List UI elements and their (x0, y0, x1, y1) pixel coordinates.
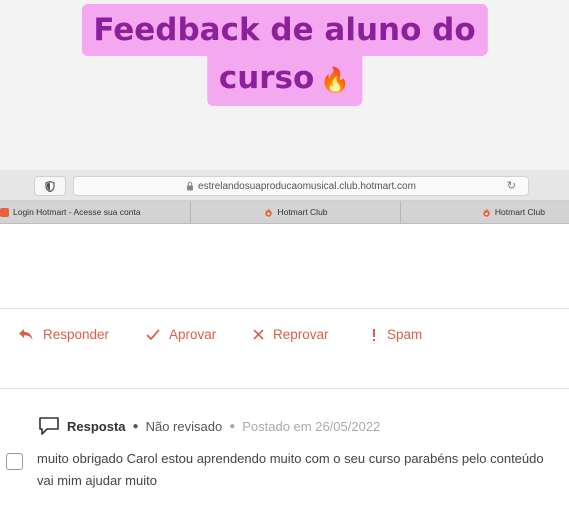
separator-dot: ● (132, 420, 139, 432)
tab-hotmart-club-1[interactable]: Hotmart Club (190, 201, 401, 223)
comment-select-checkbox[interactable] (6, 453, 23, 470)
fire-emoji: 🔥 (320, 66, 351, 94)
hotmart-favicon-icon (0, 207, 9, 217)
reply-label: Responder (43, 327, 110, 342)
headline-text-1: Feedback de aluno do (93, 12, 476, 48)
tab-label: Login Hotmart - Acesse sua conta (13, 207, 141, 217)
hotmart-flame-icon (265, 207, 273, 217)
divider (0, 308, 569, 309)
reject-label: Reprovar (273, 327, 329, 342)
tab-bar: Login Hotmart - Acesse sua conta Hotmart… (0, 201, 569, 224)
posted-date: Postado em 26/05/2022 (242, 418, 381, 434)
headline-text-2: curso (218, 60, 315, 96)
close-icon (253, 329, 264, 340)
reply-button[interactable]: Responder (18, 327, 109, 342)
review-status: Não revisado (145, 418, 223, 434)
comment-text: muito obrigado Carol estou aprendendo mu… (37, 451, 544, 488)
browser-window: estrelandosuaproducaomusical.club.hotmar… (0, 170, 569, 508)
tab-label: Hotmart Club (277, 207, 328, 217)
comment-type: Resposta (67, 418, 126, 434)
privacy-shield-button[interactable] (34, 176, 66, 196)
check-icon (146, 329, 160, 340)
exclamation-icon (373, 328, 375, 341)
shield-icon (45, 180, 55, 192)
reload-icon[interactable]: ↻ (507, 179, 516, 192)
address-bar[interactable]: estrelandosuaproducaomusical.club.hotmar… (73, 176, 529, 196)
reply-arrow-icon (19, 329, 33, 340)
separator-dot: ● (229, 420, 236, 432)
speech-bubble-icon (39, 417, 59, 435)
headline-line-2: curso 🔥 (206, 52, 363, 106)
hotmart-flame-icon (483, 207, 490, 217)
approve-label: Aprovar (169, 327, 217, 342)
reject-button[interactable]: Reprovar (253, 327, 329, 342)
url-text: estrelandosuaproducaomusical.club.hotmar… (198, 180, 416, 192)
comment-meta: Resposta ● Não revisado ● Postado em 26/… (38, 416, 380, 436)
headline-line-1: Feedback de aluno do (81, 4, 488, 56)
spam-button[interactable]: Spam (370, 327, 422, 342)
divider (0, 388, 569, 389)
approve-button[interactable]: Aprovar (146, 327, 216, 342)
tab-login-hotmart[interactable]: Login Hotmart - Acesse sua conta (0, 201, 190, 223)
lock-icon (187, 181, 194, 191)
browser-toolbar: estrelandosuaproducaomusical.club.hotmar… (0, 170, 569, 201)
tab-label: Hotmart Club (494, 207, 545, 217)
tab-hotmart-club-2[interactable]: Hotmart Club (400, 201, 569, 223)
spam-label: Spam (387, 327, 423, 342)
